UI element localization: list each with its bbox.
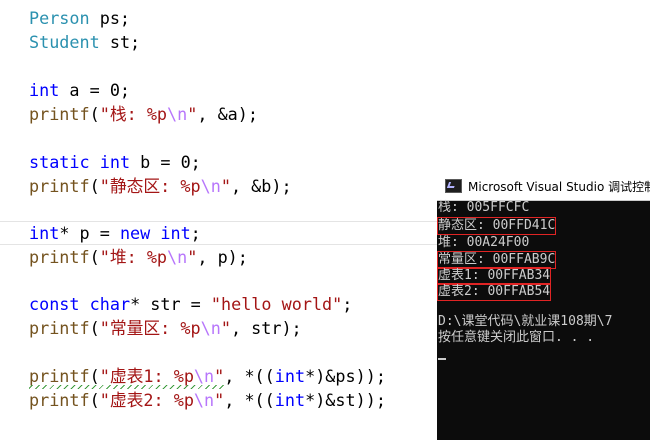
code-text: ; [190,223,201,243]
code-text: , *(( [224,366,275,386]
console-output-line-highlighted: 常量区: 00FFAB9C [437,251,557,269]
code-line-7[interactable]: static int b = 0; [29,150,201,174]
code-line-14[interactable]: printf("常量区: %p\n", str); [29,316,302,340]
console-output-line: D:\课堂代码\就业课108期\7 [438,314,613,329]
code-text: , *(( [224,390,275,410]
code-line-2[interactable]: Student st; [29,30,140,54]
string-literal: " [214,366,225,386]
code-line-1[interactable]: Person ps; [29,6,130,30]
code-line-5[interactable]: printf("栈: %p\n", &a); [29,102,258,126]
escape-sequence: \n [167,247,188,267]
string-literal: "虚表1: %p [99,366,194,386]
keyword: new [119,223,151,243]
code-text: b = 0; [130,152,201,172]
string-literal: "hello world" [210,294,343,314]
console-title-bar[interactable]: Microsoft Visual Studio 调试控制台 [437,172,650,201]
console-output-line-highlighted: 虚表2: 00FFAB54 [437,283,552,301]
code-text: ( [89,366,100,386]
console-output-line-highlighted: 虚表1: 00FFAB34 [437,267,552,285]
code-text: ; [342,294,353,314]
code-line-10[interactable]: int* p = new int; [29,221,201,245]
console-output-line-highlighted: 静态区: 00FFD41C [437,217,557,235]
keyword: int [99,152,131,172]
console-output-line: 堆: 00A24F00 [438,235,530,250]
code-line-17[interactable]: printf("虚表2: %p\n", *((int*)&st)); [29,388,386,412]
string-literal: "静态区: %p [99,176,201,196]
code-text: * p = [59,223,120,243]
type-name: Student [29,32,100,52]
code-text: , str); [230,318,302,338]
code-text: *)&ps)); [305,366,386,386]
code-text: , p); [197,247,248,267]
type-name: Person [29,8,90,28]
string-literal: "虚表2: %p [99,390,194,410]
function-name: printf [29,176,90,196]
console-app-icon [445,179,462,193]
string-literal: "常量区: %p [99,318,201,338]
code-text: , &a); [197,104,258,124]
keyword: int [29,80,60,100]
code-line-8[interactable]: printf("静态区: %p\n", &b); [29,174,292,198]
escape-sequence: \n [193,366,215,386]
code-text: ps; [89,8,131,28]
function-name: printf [29,247,90,267]
code-text: ( [89,104,100,124]
keyword: int [274,366,306,386]
console-output-line: 栈: 005FFCFC [438,200,530,215]
string-literal: " [220,176,231,196]
escape-sequence: \n [200,176,221,196]
console-window-title: Microsoft Visual Studio 调试控制台 [468,179,650,194]
code-text: *)&st)); [305,390,386,410]
keyword: static [29,152,90,172]
keyword: const [29,294,80,314]
debug-console-window[interactable]: Microsoft Visual Studio 调试控制台 栈: 005FFCF… [437,172,650,440]
code-text: , &b); [230,176,292,196]
code-text: * str = [130,294,211,314]
keyword: int [29,223,60,243]
code-line-13[interactable]: const char* str = "hello world"; [29,292,352,316]
console-cursor [438,358,446,360]
function-name: printf [29,104,90,124]
function-name: printf [29,318,90,338]
escape-sequence: \n [200,318,221,338]
string-literal: " [187,104,198,124]
code-line-11[interactable]: printf("堆: %p\n", p); [29,245,248,269]
code-text: ( [89,390,100,410]
keyword: char [89,294,131,314]
escape-sequence: \n [193,390,215,410]
string-literal: "堆: %p [99,247,168,267]
code-line-4[interactable]: int a = 0; [29,78,130,102]
string-literal: " [220,318,231,338]
console-output-line: 按任意键关闭此窗口. . . [438,330,595,345]
string-literal: " [214,390,225,410]
function-name: printf [29,390,90,410]
code-text: ( [89,247,100,267]
keyword: int [274,390,306,410]
code-text: ( [89,176,100,196]
function-name: printf [29,366,90,386]
string-literal: "栈: %p [99,104,168,124]
code-text: st; [99,32,141,52]
escape-sequence: \n [167,104,188,124]
code-text: ( [89,318,100,338]
code-text: a = 0; [59,80,131,100]
string-literal: " [187,247,198,267]
keyword: int [160,223,191,243]
